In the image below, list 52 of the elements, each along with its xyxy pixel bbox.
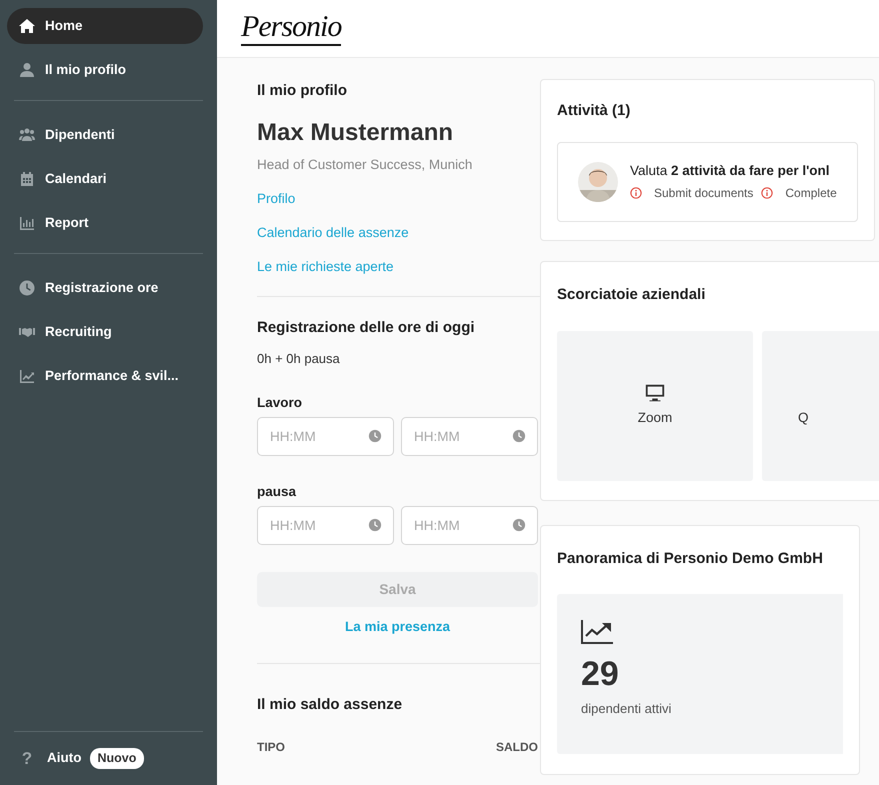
profile-name: Max Mustermann: [257, 118, 454, 148]
sidebar-item[interactable]: Performance & svil...: [7, 358, 203, 394]
stat-value: 29: [581, 656, 619, 693]
task-card[interactable]: Valuta 2 attività da fare per l'onl Submit documents Complete: [557, 142, 858, 222]
user-icon: [19, 62, 35, 78]
card-title: Scorciatoie aziendali: [557, 285, 706, 305]
help-link[interactable]: Aiuto: [47, 748, 82, 768]
shortcut-tile[interactable]: Q: [762, 330, 879, 480]
time-field[interactable]: HH:MM: [401, 416, 538, 456]
stat-label: dipendenti attivi: [581, 700, 672, 718]
time-field[interactable]: HH:MM: [257, 416, 394, 456]
time-field[interactable]: HH:MM: [401, 506, 538, 545]
section-title: Il mio profilo: [257, 81, 348, 101]
sidebar-item[interactable]: Recruiting: [7, 314, 203, 350]
clock-icon: [19, 280, 35, 296]
shortcut-tile[interactable]: Zoom: [557, 330, 753, 480]
monitor-icon: [644, 382, 666, 404]
subtask-label: Complete: [785, 185, 837, 202]
clock-icon: [368, 518, 382, 532]
sidebar-item[interactable]: Il mio profilo: [7, 52, 203, 88]
bar-chart-icon: [19, 215, 35, 231]
help-icon[interactable]: ?: [19, 746, 35, 771]
sidebar-item[interactable]: Calendari: [7, 161, 203, 197]
sidebar-item[interactable]: Registrazione ore: [7, 270, 203, 306]
card-title: Attività (1): [557, 101, 632, 121]
users-icon: [19, 127, 35, 143]
column-header: TIPO: [257, 738, 286, 756]
card-title: Panoramica di Personio Demo GmbH: [557, 549, 824, 569]
time-summary: 0h + 0h pausa: [257, 350, 341, 368]
line-chart-icon: [19, 368, 35, 384]
alert-icon: [630, 187, 642, 200]
clock-icon: [368, 428, 382, 443]
section-title: Registrazione delle ore di oggi: [257, 318, 476, 338]
section-title: Il mio saldo assenze: [257, 695, 404, 716]
column-header: SALDO: [496, 738, 538, 756]
job-title: Head of Customer Success, Munich: [257, 156, 474, 174]
field-label: Lavoro: [257, 394, 304, 412]
alert-icon: [761, 187, 774, 200]
calendar-icon: [19, 171, 35, 187]
clock-icon: [512, 518, 526, 532]
field-label: pausa: [257, 482, 298, 501]
home-icon: [19, 18, 35, 34]
subtask-label: Submit documents: [654, 185, 754, 202]
sidebar-item[interactable]: Home: [7, 8, 203, 44]
logo[interactable]: Personio: [241, 12, 342, 46]
time-field[interactable]: HH:MM: [257, 506, 394, 545]
clock-icon: [512, 428, 526, 443]
sidebar-item[interactable]: Dipendenti: [7, 117, 203, 153]
line-chart-icon: [581, 620, 613, 644]
task-text: Valuta 2 attività da fare per l'onl: [630, 162, 831, 180]
new-badge: Nuovo: [90, 748, 144, 769]
sidebar-item[interactable]: Report: [7, 205, 203, 241]
